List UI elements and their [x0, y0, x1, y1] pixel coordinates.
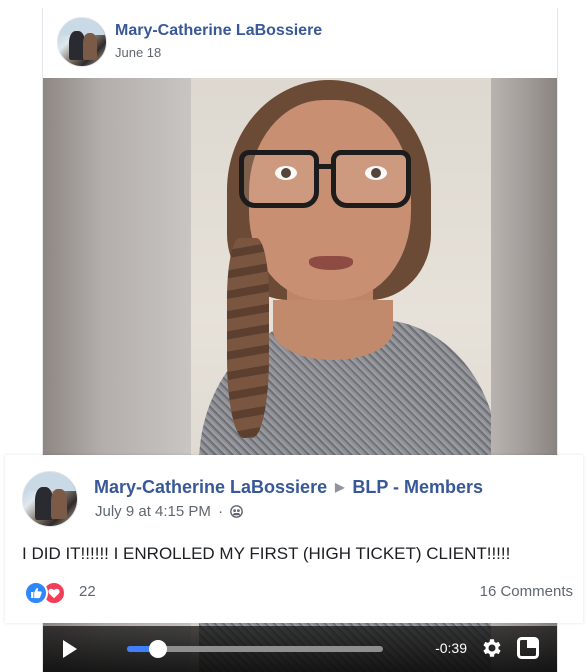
progress-handle[interactable] — [148, 640, 167, 658]
post-header: Mary-Catherine LaBossiere June 18 — [43, 8, 557, 78]
gear-icon[interactable] — [479, 636, 503, 660]
arrow-right-icon: ▶ — [335, 480, 345, 494]
progress-bar[interactable] — [127, 640, 383, 658]
meta-separator: · — [218, 503, 224, 520]
author-avatar[interactable] — [57, 17, 107, 67]
play-icon[interactable] — [63, 640, 77, 658]
group-post-card: Mary-Catherine LaBossiere ▶ BLP - Members … — [5, 455, 583, 623]
group-name-link[interactable]: BLP - Members — [352, 477, 483, 497]
post-timestamp[interactable]: July 9 at 4:15 PM — [95, 503, 211, 520]
fullscreen-icon[interactable] — [517, 637, 539, 659]
author-name-link[interactable]: Mary-Catherine LaBossiere — [94, 477, 327, 497]
post-header-names: Mary-Catherine LaBossiere ▶ BLP - Members — [94, 477, 483, 498]
author-avatar[interactable] — [22, 471, 78, 527]
comments-link[interactable]: 16 Comments — [480, 583, 573, 600]
time-remaining: -0:39 — [435, 640, 467, 656]
post-message: I DID IT!!!!!! I ENROLLED MY FIRST (HIGH… — [22, 544, 511, 563]
like-icon — [24, 581, 48, 605]
video-controls: -0:39 — [43, 626, 557, 672]
author-name-link[interactable]: Mary-Catherine LaBossiere — [115, 22, 322, 40]
group-members-icon — [230, 505, 244, 518]
post-date[interactable]: June 18 — [115, 45, 161, 60]
reaction-count[interactable]: 22 — [79, 583, 96, 600]
post-meta: July 9 at 4:15 PM · — [95, 503, 244, 520]
